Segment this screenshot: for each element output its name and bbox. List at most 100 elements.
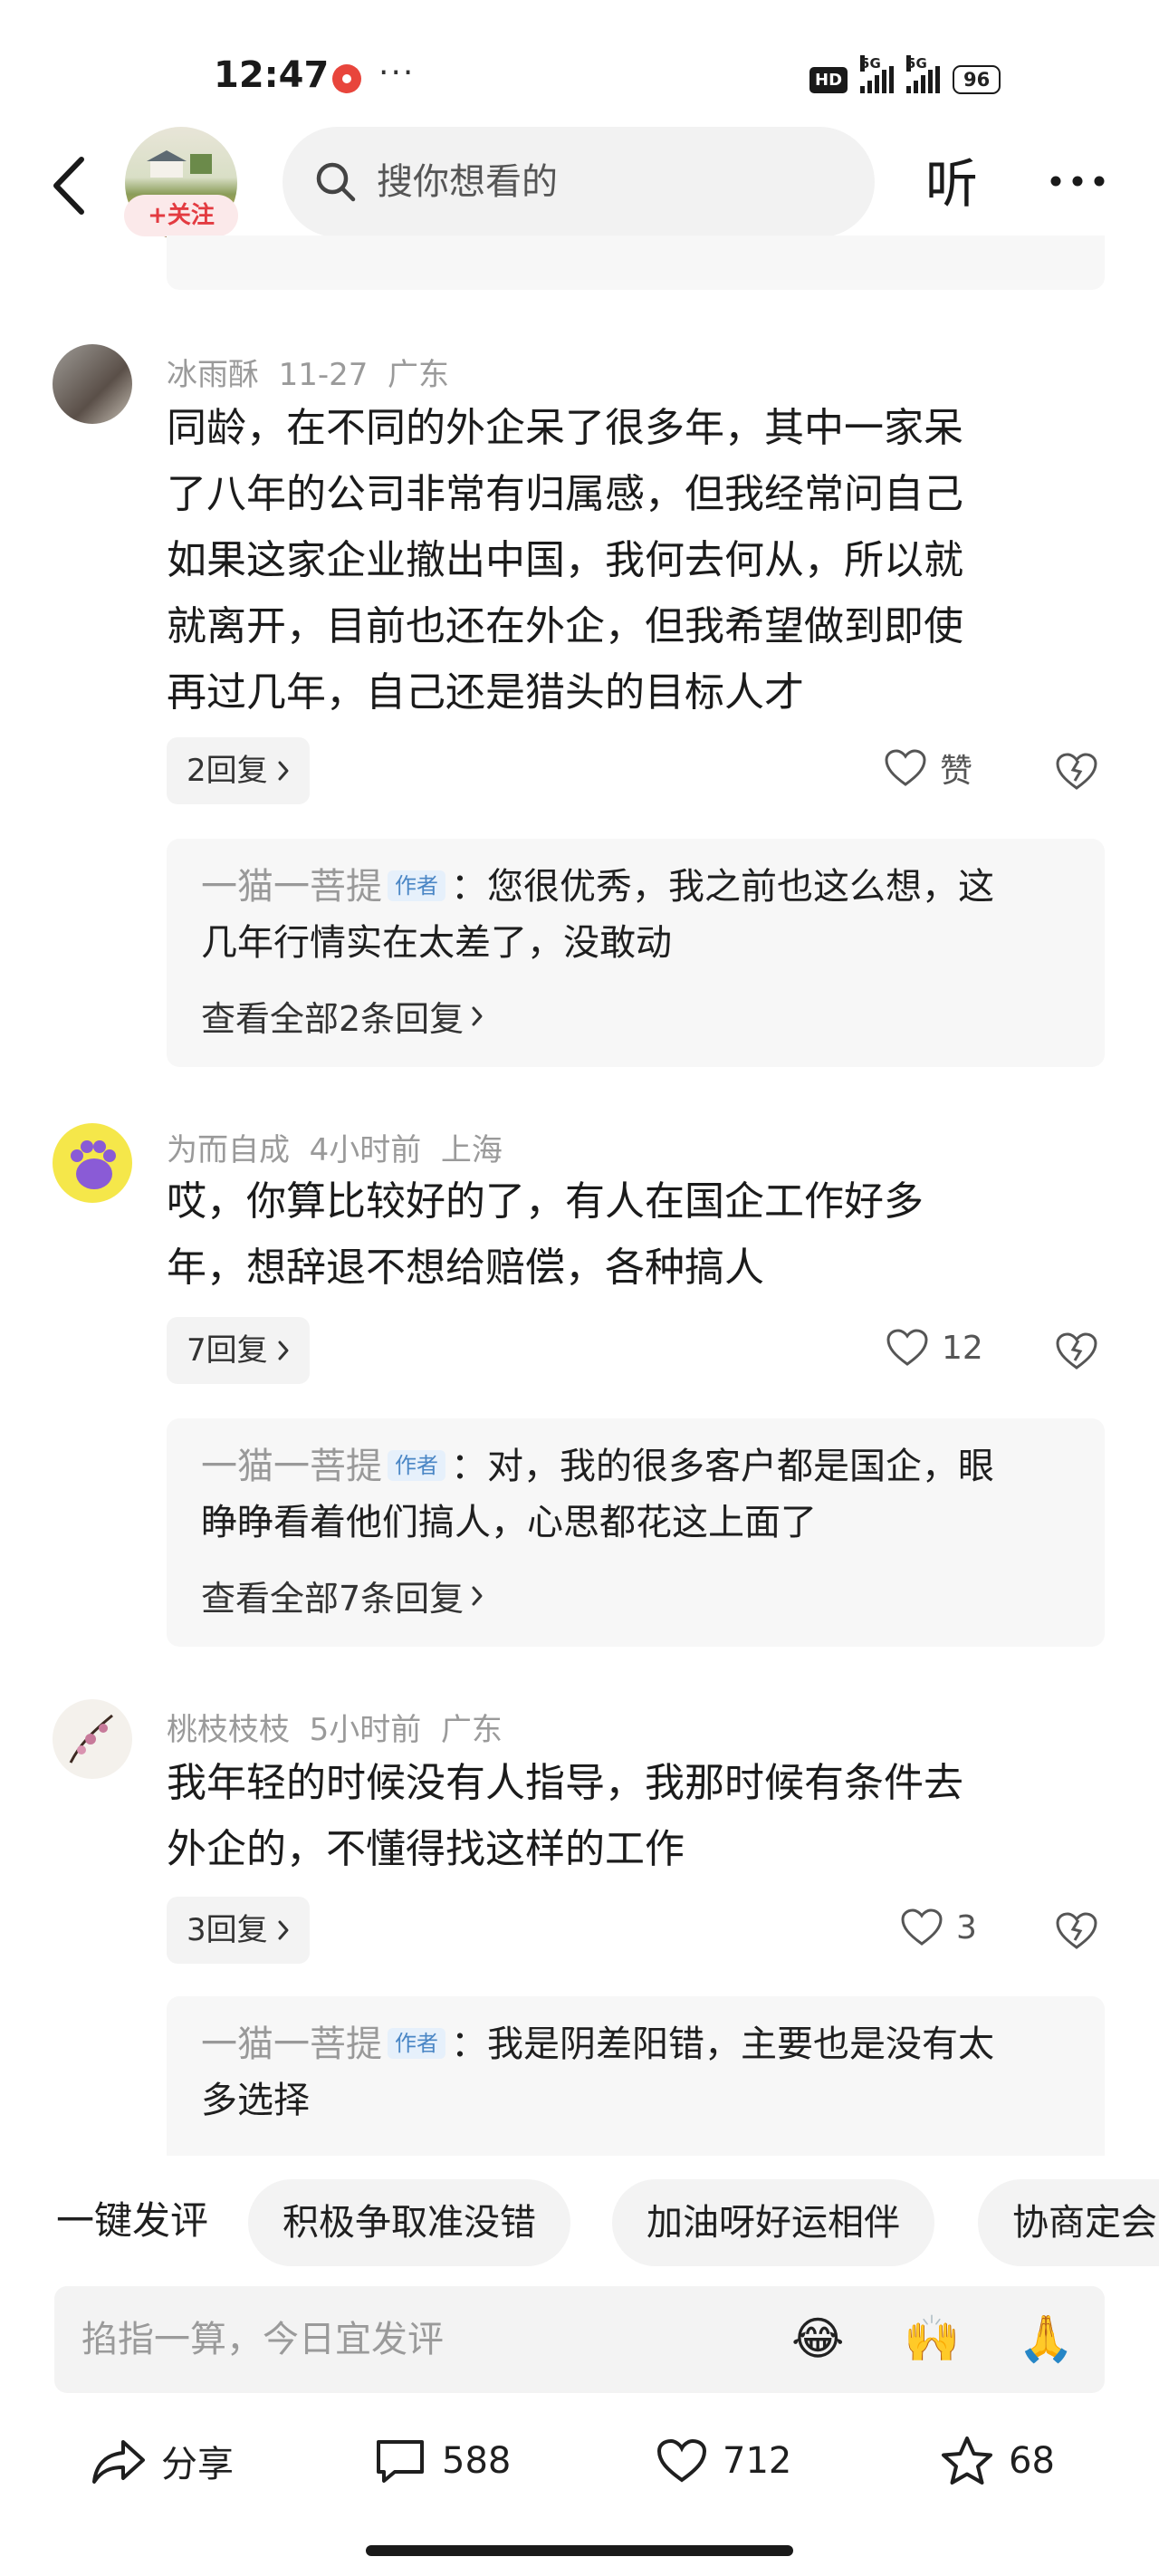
like-count: 赞 xyxy=(940,753,973,790)
view-all-replies-link[interactable]: 查看全部7条回复 xyxy=(201,1571,484,1620)
signal-5g-icon: 5G xyxy=(860,55,895,93)
comment-text: 我年轻的时候没有人指导，我那时候有条件去 外企的，不懂得找这样的工作 xyxy=(167,1750,1072,1882)
emoji-laugh-icon[interactable]: 😂 xyxy=(791,2312,844,2366)
quick-comment-label: 一键发评 xyxy=(56,2198,209,2243)
quick-comment-chip[interactable]: 积极争取准没错 xyxy=(248,2179,570,2266)
reply-count-label: 7回复 xyxy=(187,1332,268,1369)
comment-line: 外企的，不懂得找这样的工作 xyxy=(167,1826,685,1872)
comment-text: 哎，你算比较好的了，有人在国企工作好多 年，想辞退不想给赔偿，各种搞人 xyxy=(167,1168,1072,1301)
comment-username[interactable]: 冰雨酥 xyxy=(167,357,259,393)
comment-count-button[interactable]: 588 xyxy=(373,2429,511,2493)
dislike-icon[interactable] xyxy=(1054,750,1099,792)
previous-reply-card xyxy=(167,235,1105,290)
signal-5g-icon-2: 5G xyxy=(906,55,941,93)
reply-line: 多选择 xyxy=(201,2080,310,2121)
comment-meta: 冰雨酥 11-27 广东 xyxy=(167,350,449,394)
reply-count-button[interactable]: 2回复 xyxy=(167,737,310,804)
comment-date: 4小时前 xyxy=(309,1132,422,1168)
dislike-icon[interactable] xyxy=(1054,1909,1099,1951)
reply-count-button[interactable]: 3回复 xyxy=(167,1897,310,1964)
search-icon xyxy=(316,162,356,202)
comment-meta: 桃枝枝枝 5小时前 广东 xyxy=(167,1705,503,1749)
hd-voice-icon: HD xyxy=(809,66,848,93)
author-tag: 作者 xyxy=(388,2028,445,2059)
chevron-right-icon xyxy=(278,1920,289,1940)
comment-count: 588 xyxy=(442,2440,512,2482)
comment-username[interactable]: 为而自成 xyxy=(167,1132,290,1168)
like-post-button[interactable]: 712 xyxy=(656,2429,791,2493)
comment-input-placeholder: 掐指一算，今日宜发评 xyxy=(81,2319,444,2360)
favorite-button[interactable]: 68 xyxy=(940,2429,1055,2493)
heart-icon xyxy=(886,1329,928,1366)
like-button[interactable]: 3 xyxy=(900,1908,977,1947)
like-button[interactable]: 赞 xyxy=(884,745,972,792)
chevron-right-icon xyxy=(472,1006,483,1025)
reply-line: ：对，我的很多客户都是国企，眼 xyxy=(451,1446,994,1487)
comment-avatar[interactable] xyxy=(53,344,132,424)
comment-line: 再过几年，自己还是猎头的目标人才 xyxy=(167,669,804,716)
emoji-pray-icon[interactable]: 🙏 xyxy=(1018,2312,1074,2366)
comment-line: 如果这家企业撤出中国，我何去何从，所以就 xyxy=(167,537,963,583)
status-right-group: HD 5G 5G 96 xyxy=(809,55,1001,100)
reply-author-name[interactable]: 一猫一菩提 xyxy=(201,1446,382,1487)
reply-line: 睁睁看着他们搞人，心思都花这上面了 xyxy=(201,1502,817,1543)
signal-label-2: 5G xyxy=(906,55,927,72)
author-reply-card[interactable]: 一猫一菩提 作者 ：您很优秀，我之前也这么想，这 几年行情实在太差了，没敢动 查看全… xyxy=(167,839,1105,1067)
reply-author-name[interactable]: 一猫一菩提 xyxy=(201,2023,382,2065)
share-icon xyxy=(92,2440,145,2484)
author-reply-card[interactable]: 一猫一菩提 作者 ：对，我的很多客户都是国企，眼 睁睁看着他们搞人，心思都花这上面了… xyxy=(167,1418,1105,1647)
share-button[interactable]: 分享 xyxy=(91,2429,234,2493)
view-all-label: 查看全部7条回复 xyxy=(201,1579,465,1619)
favorite-count: 68 xyxy=(1009,2440,1055,2482)
author-tag: 作者 xyxy=(388,1450,445,1481)
home-indicator[interactable] xyxy=(366,2545,793,2556)
reply-line: ：我是阴差阳错，主要也是没有太 xyxy=(451,2023,994,2065)
listen-button[interactable]: 听 xyxy=(925,154,978,214)
comment-avatar[interactable] xyxy=(53,1699,132,1779)
like-count: 3 xyxy=(956,1908,977,1946)
star-icon xyxy=(942,2437,992,2485)
view-all-replies-link[interactable]: 查看全部2条回复 xyxy=(201,991,484,1041)
back-arrow-icon[interactable] xyxy=(47,154,92,217)
author-reply-text: 一猫一菩提 作者 ：您很优秀，我之前也这么想，这 几年行情实在太差了，没敢动 xyxy=(201,859,1088,971)
comment-line: 同龄，在不同的外企呆了很多年，其中一家呆 xyxy=(167,405,963,451)
like-count: 12 xyxy=(942,1329,983,1367)
quick-comment-chip[interactable]: 加油呀好运相伴 xyxy=(612,2179,934,2266)
comment-region: 广东 xyxy=(440,1712,503,1748)
like-post-count: 712 xyxy=(723,2440,792,2482)
reply-count-label: 3回复 xyxy=(187,1912,268,1948)
more-options-icon[interactable] xyxy=(1049,174,1106,188)
comment-region: 上海 xyxy=(440,1132,503,1168)
comment-date: 5小时前 xyxy=(309,1712,422,1748)
author-reply-card[interactable]: 一猫一菩提 作者 ：我是阴差阳错，主要也是没有太 多选择 xyxy=(167,1996,1105,2156)
heart-icon xyxy=(901,1908,943,1946)
reply-count-button[interactable]: 7回复 xyxy=(167,1317,310,1384)
screen-recording-icon xyxy=(332,64,361,93)
author-reply-text: 一猫一菩提 作者 ：我是阴差阳错，主要也是没有太 多选择 xyxy=(201,2016,1088,2129)
share-label: 分享 xyxy=(161,2444,234,2485)
quick-comment-chip[interactable]: 协商定会 xyxy=(978,2179,1159,2266)
comment-line: 就离开，目前也还在外企，但我希望做到即使 xyxy=(167,603,963,649)
search-input[interactable]: 搜你想看的 xyxy=(377,159,558,205)
signal-label: 5G xyxy=(860,55,881,72)
comment-username[interactable]: 桃枝枝枝 xyxy=(167,1712,290,1748)
emoji-clap-icon[interactable]: 🙌 xyxy=(904,2312,960,2366)
follow-button[interactable]: +关注 xyxy=(124,195,238,236)
view-all-label: 查看全部2条回复 xyxy=(201,999,465,1039)
dislike-icon[interactable] xyxy=(1054,1330,1099,1371)
reply-line: 几年行情实在太差了，没敢动 xyxy=(201,922,672,964)
comment-avatar[interactable] xyxy=(53,1123,132,1203)
chevron-right-icon xyxy=(278,761,289,781)
author-reply-text: 一猫一菩提 作者 ：对，我的很多客户都是国企，眼 睁睁看着他们搞人，心思都花这上面了 xyxy=(201,1438,1088,1551)
comment-line: 年，想辞退不想给赔偿，各种搞人 xyxy=(167,1245,764,1291)
reply-author-name[interactable]: 一猫一菩提 xyxy=(201,866,382,908)
search-bar[interactable] xyxy=(283,127,875,237)
comment-bubble-icon xyxy=(377,2440,424,2483)
status-time: 12:47 xyxy=(214,54,330,96)
heart-icon xyxy=(656,2438,707,2483)
comment-line: 了八年的公司非常有归属感，但我经常问自己 xyxy=(167,471,963,517)
comment-line: 我年轻的时候没有人指导，我那时候有条件去 xyxy=(167,1760,963,1806)
like-button[interactable]: 12 xyxy=(886,1328,983,1368)
reply-line: ：您很优秀，我之前也这么想，这 xyxy=(451,866,994,908)
comment-date: 11-27 xyxy=(278,357,369,393)
